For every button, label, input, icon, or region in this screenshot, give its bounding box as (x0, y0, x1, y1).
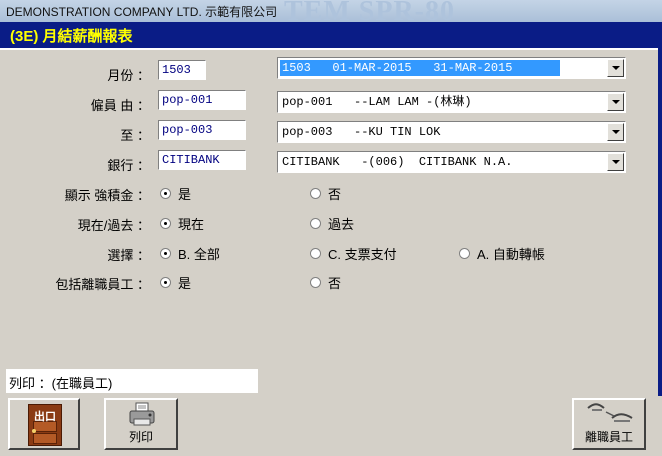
chevron-down-icon[interactable] (607, 93, 624, 111)
employee-to-combo-value: pop-003 --KU TIN LOK (282, 125, 441, 139)
select-autopay-radio[interactable]: A. 自動轉帳 (459, 244, 545, 263)
current-radio[interactable]: 現在 (160, 214, 204, 233)
employee-to-combo[interactable]: pop-003 --KU TIN LOK (277, 121, 626, 143)
include-resigned-no-radio[interactable]: 否 (310, 273, 341, 292)
employee-from-combo[interactable]: pop-001 --LAM LAM -(林琳) (277, 91, 626, 113)
radio-selected-icon (160, 248, 171, 259)
select-all-radio[interactable]: B. 全部 (160, 244, 220, 263)
chevron-down-icon[interactable] (607, 123, 624, 141)
month-label: 月份 ： (107, 68, 150, 83)
print-button[interactable]: 列印 (104, 398, 178, 450)
exit-button[interactable]: 出口 (8, 398, 80, 450)
printer-icon (129, 402, 155, 426)
select-cheque-radio[interactable]: C. 支票支付 (310, 244, 397, 263)
month-combo[interactable]: 1503 01-MAR-2015 31-MAR-2015 (277, 57, 626, 79)
radio-selected-icon (160, 188, 171, 199)
bank-label: 銀行 ： (107, 158, 150, 173)
print-status: 列印 ：(在職員工) (6, 369, 258, 393)
bank-code-input[interactable]: CITIBANK (158, 150, 246, 170)
show-mpf-yes-radio[interactable]: 是 (160, 184, 191, 203)
include-resigned-label: 包括離職員工 ： (55, 277, 150, 292)
employee-to-code-input[interactable]: pop-003 (158, 120, 246, 140)
past-radio[interactable]: 過去 (310, 214, 354, 233)
company-name: DEMONSTRATION COMPANY LTD. 示範有限公司 (6, 5, 278, 19)
window-border (658, 48, 662, 456)
button-bar (0, 396, 662, 456)
include-resigned-yes-radio[interactable]: 是 (160, 273, 191, 292)
show-mpf-label: 顯示 強積金 ： (64, 188, 150, 203)
print-button-label: 列印 (128, 430, 153, 444)
radio-selected-icon (160, 277, 171, 288)
radio-empty-icon (310, 218, 321, 229)
month-code-input[interactable]: 1503 (158, 60, 206, 80)
bank-combo-value: CITIBANK -(006) CITIBANK N.A. (282, 155, 513, 169)
wave-icon (587, 403, 633, 422)
radio-empty-icon (459, 248, 470, 259)
chevron-down-icon[interactable] (607, 153, 624, 171)
radio-empty-icon (310, 188, 321, 199)
resigned-staff-button-label: 離職員工 (584, 430, 633, 444)
month-combo-value: 1503 01-MAR-2015 31-MAR-2015 (280, 60, 560, 76)
radio-selected-icon (160, 218, 171, 229)
door-icon: 出口 (28, 404, 62, 446)
employee-from-combo-value: pop-001 --LAM LAM -(林琳) (282, 95, 472, 109)
chevron-down-icon[interactable] (607, 59, 624, 77)
form-header: (3E) 月結薪酬報表 (0, 22, 662, 50)
show-mpf-no-radio[interactable]: 否 (310, 184, 341, 203)
window-titlebar: TEM SPR-80 DEMONSTRATION COMPANY LTD. 示範… (0, 0, 662, 22)
resigned-staff-button[interactable]: 離職員工 (572, 398, 646, 450)
watermark-text: TEM SPR-80 (284, 0, 455, 22)
select-label: 選擇 ： (107, 248, 150, 263)
radio-empty-icon (310, 277, 321, 288)
employee-from-label: 僱員 由 ： (90, 98, 150, 113)
bank-combo[interactable]: CITIBANK -(006) CITIBANK N.A. (277, 151, 626, 173)
employee-to-label: 至 ： (120, 128, 150, 143)
employee-from-code-input[interactable]: pop-001 (158, 90, 246, 110)
form-title: (3E) 月結薪酬報表 (10, 28, 133, 45)
radio-empty-icon (310, 248, 321, 259)
current-past-label: 現在/過去 ： (77, 218, 150, 233)
